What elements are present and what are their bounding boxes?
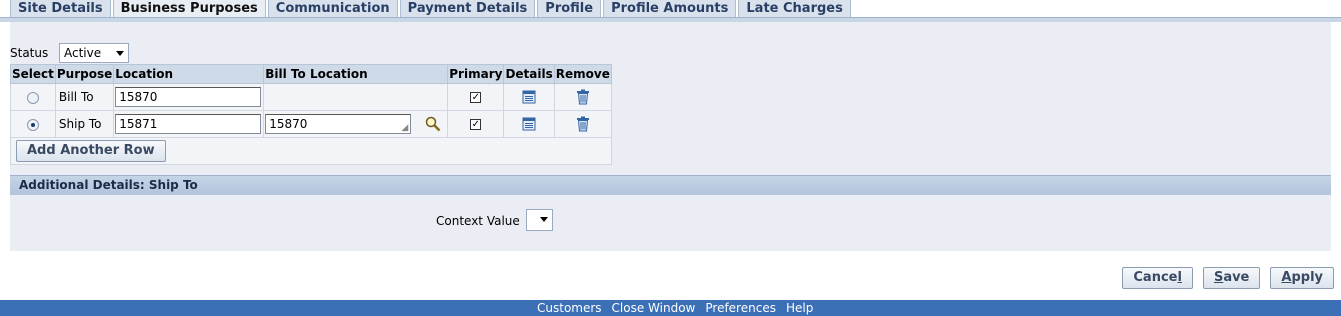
col-location: Location xyxy=(113,64,265,84)
magnifier-icon[interactable] xyxy=(425,116,441,132)
footer-link-help[interactable]: Help xyxy=(786,300,813,316)
primary-checkbox[interactable]: ✓ xyxy=(470,92,482,103)
select-cell xyxy=(10,110,56,138)
remove-cell xyxy=(553,110,612,138)
purpose-cell: Bill To xyxy=(54,83,115,111)
bill-to-location-cell xyxy=(263,83,449,111)
row-select-radio[interactable] xyxy=(26,118,39,131)
table-header-row: Select Purpose Location Bill To Location… xyxy=(10,64,612,84)
details-icon[interactable] xyxy=(522,90,536,104)
additional-details-header: Additional Details: Ship To xyxy=(10,175,1331,195)
footer-link-customers[interactable]: Customers xyxy=(537,300,602,316)
resize-grip-icon: ◢ xyxy=(401,123,409,133)
details-cell xyxy=(503,110,555,138)
location-input[interactable]: 15870 xyxy=(115,87,262,107)
select-cell xyxy=(10,83,56,111)
status-select[interactable]: Active xyxy=(59,43,129,63)
table-row: Ship To 15871 15870 ◢ ✓ xyxy=(10,110,612,138)
col-purpose: Purpose xyxy=(54,64,115,84)
location-cell: 15870 xyxy=(113,83,265,111)
details-cell xyxy=(503,83,555,111)
col-details: Details xyxy=(503,64,555,84)
add-another-row-button[interactable]: Add Another Row xyxy=(16,140,166,162)
row-select-radio[interactable] xyxy=(26,91,39,104)
chevron-down-icon xyxy=(116,51,124,56)
footer-link-close-window[interactable]: Close Window xyxy=(612,300,696,316)
trash-icon[interactable] xyxy=(576,116,590,132)
footer-link-preferences[interactable]: Preferences xyxy=(705,300,776,316)
purposes-table: Select Purpose Location Bill To Location… xyxy=(10,64,612,165)
business-purposes-panel: Status Active Select Purpose Location Bi… xyxy=(10,22,1331,251)
col-primary: Primary xyxy=(447,64,505,84)
tab-profile-amounts[interactable]: Profile Amounts xyxy=(603,0,737,18)
col-bill-to-location: Bill To Location xyxy=(263,64,449,84)
tab-payment-details[interactable]: Payment Details xyxy=(399,0,536,18)
trash-icon[interactable] xyxy=(576,89,590,105)
remove-cell xyxy=(553,83,612,111)
location-input[interactable]: 15871 xyxy=(115,114,262,134)
bill-to-location-cell: 15870 ◢ xyxy=(263,110,449,138)
footer-bar: Customers Close Window Preferences Help xyxy=(0,300,1341,316)
footer-links: Customers Close Window Preferences Help xyxy=(537,300,813,316)
primary-cell: ✓ xyxy=(447,83,505,111)
add-row-cell: Add Another Row xyxy=(10,137,612,165)
col-remove: Remove xyxy=(553,64,612,84)
tab-profile[interactable]: Profile xyxy=(537,0,602,18)
col-select: Select xyxy=(10,64,56,84)
context-value-label: Context Value xyxy=(436,214,520,228)
table-row: Bill To 15870 ✓ xyxy=(10,83,612,111)
tab-communication[interactable]: Communication xyxy=(267,0,398,18)
primary-cell: ✓ xyxy=(447,110,505,138)
tab-late-charges[interactable]: Late Charges xyxy=(738,0,851,18)
tab-business-purposes[interactable]: Business Purposes xyxy=(112,0,266,18)
action-button-bar: Cancel Save Apply xyxy=(1122,267,1334,289)
save-button[interactable]: Save xyxy=(1202,267,1261,289)
chevron-down-icon xyxy=(540,217,548,222)
tab-bar: Site Details Business Purposes Communica… xyxy=(10,0,853,18)
cancel-button[interactable]: Cancel xyxy=(1122,267,1193,289)
bill-to-location-input[interactable]: 15870 ◢ xyxy=(265,114,412,134)
bill-to-location-value: 15870 xyxy=(269,117,308,131)
tab-site-details[interactable]: Site Details xyxy=(10,0,111,18)
status-select-value: Active xyxy=(64,46,102,60)
location-cell: 15871 xyxy=(113,110,265,138)
status-label: Status xyxy=(10,46,49,60)
primary-checkbox[interactable]: ✓ xyxy=(470,119,482,130)
details-icon[interactable] xyxy=(522,117,536,131)
purpose-cell: Ship To xyxy=(54,110,115,138)
context-value-select[interactable] xyxy=(526,209,553,231)
apply-button[interactable]: Apply xyxy=(1270,267,1334,289)
add-row-row: Add Another Row xyxy=(10,137,612,165)
